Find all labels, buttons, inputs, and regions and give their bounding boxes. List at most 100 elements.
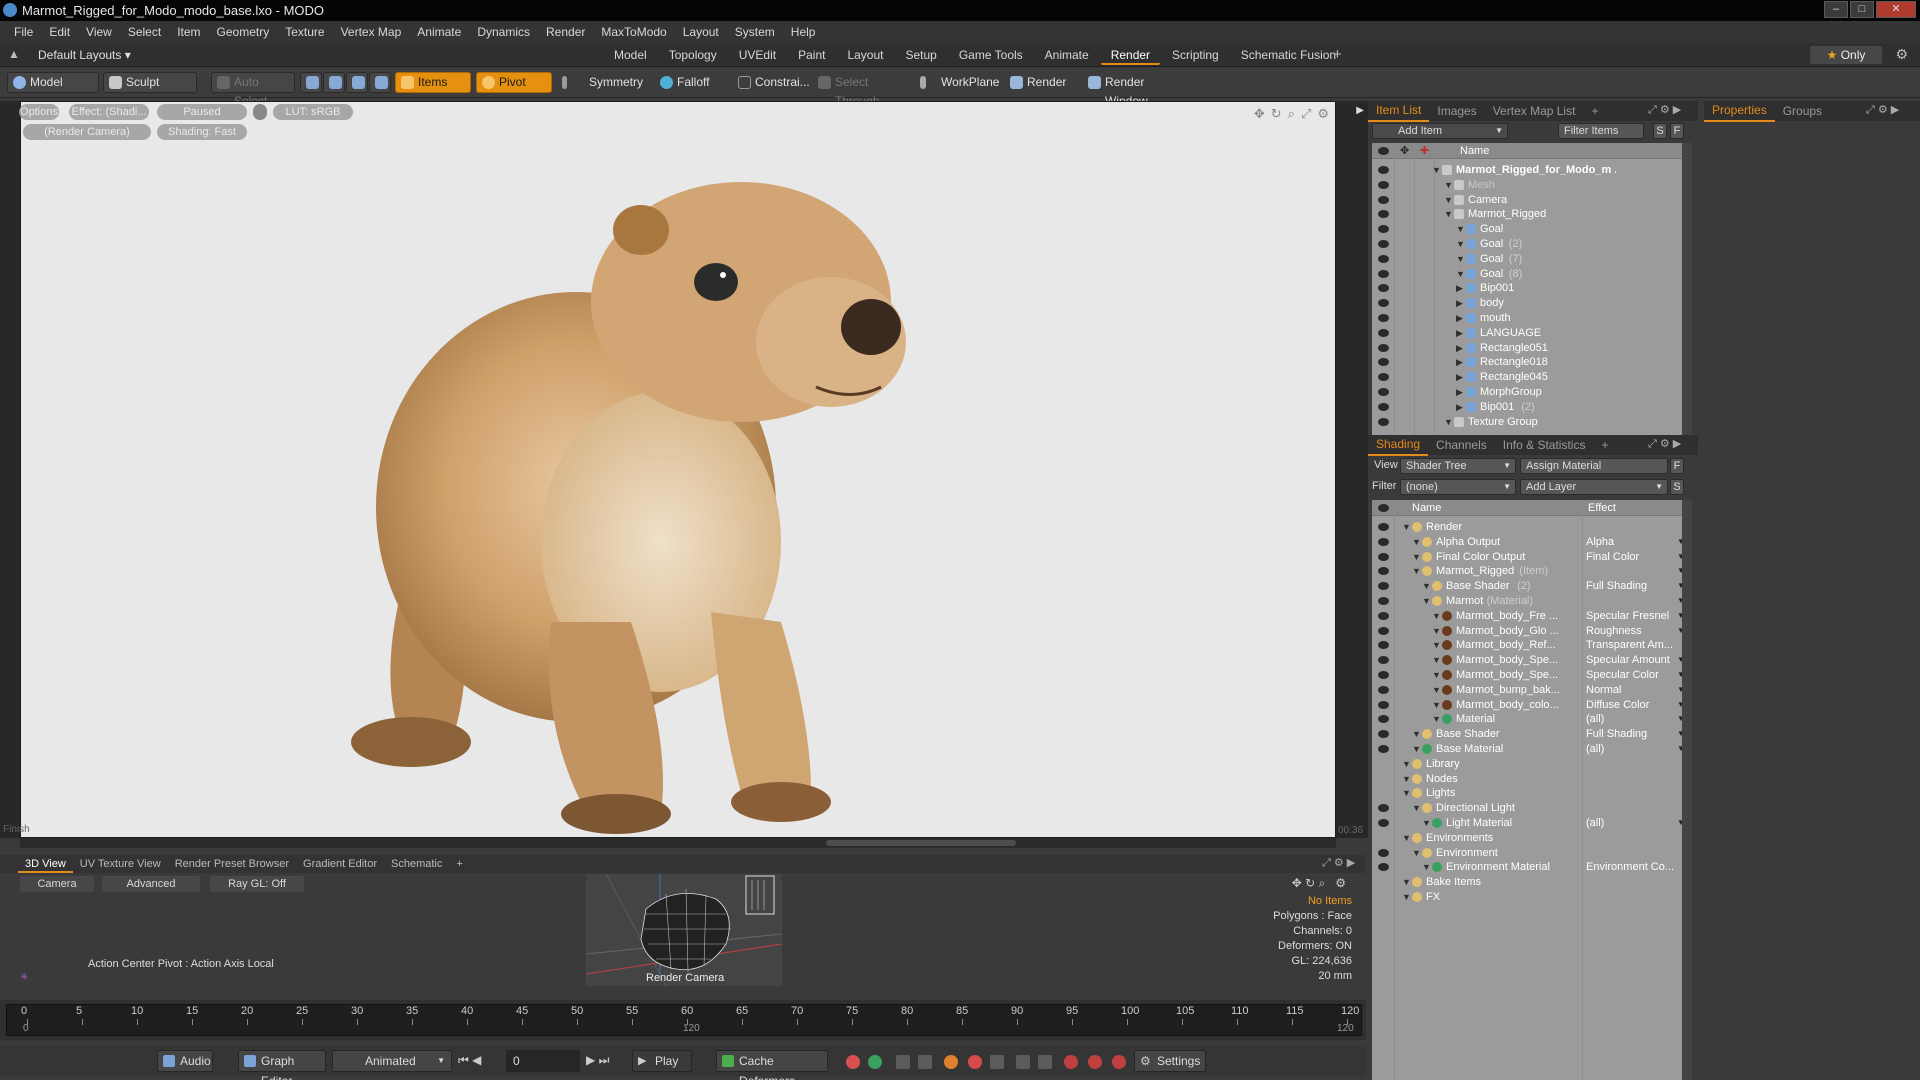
vertex-mode-button[interactable]: [300, 72, 322, 93]
tab-shading[interactable]: Shading: [1368, 434, 1429, 456]
auto-key-icon[interactable]: [868, 1055, 882, 1069]
menu-select[interactable]: Select: [120, 21, 169, 43]
render-window-button[interactable]: Render Window: [1082, 72, 1188, 108]
cache-deformers-button[interactable]: Cache Deformers: [716, 1050, 828, 1080]
options-pill[interactable]: Options: [19, 104, 59, 120]
add-view-tab-icon[interactable]: +: [449, 855, 469, 873]
ray-gl-button[interactable]: Ray GL: Off: [210, 876, 304, 892]
item-list-row[interactable]: ▼ Texture Group: [1372, 413, 1682, 431]
menu-animate[interactable]: Animate: [409, 21, 469, 43]
visibility-eye-icon[interactable]: [1378, 240, 1389, 248]
auto-select-button[interactable]: Auto Select: [211, 72, 295, 108]
visibility-eye-icon[interactable]: [1378, 523, 1389, 531]
menu-item[interactable]: Item: [169, 21, 208, 43]
shader-tree-scrollbar[interactable]: [1682, 500, 1692, 1080]
visibility-eye-icon[interactable]: [1378, 552, 1389, 561]
item-s-button[interactable]: S: [1653, 123, 1667, 139]
loop-icon[interactable]: [990, 1055, 1004, 1069]
close-button[interactable]: ✕: [1876, 1, 1916, 18]
menu-geometry[interactable]: Geometry: [209, 21, 278, 43]
add-tab-icon[interactable]: +: [1593, 435, 1616, 455]
visibility-eye-icon[interactable]: [1378, 537, 1389, 546]
menu-view[interactable]: View: [78, 21, 120, 43]
menu-system[interactable]: System: [727, 21, 783, 43]
graph-editor-button[interactable]: Graph Editor: [238, 1050, 326, 1080]
default-layouts-dropdown[interactable]: Default Layouts ▾: [38, 46, 131, 64]
mini-nav-icons[interactable]: ✥ ↻ ⌕ ⚙: [1292, 876, 1346, 891]
zoom-view-icon[interactable]: ⌕: [1288, 106, 1295, 122]
visibility-eye-icon[interactable]: [1378, 804, 1389, 813]
move-view-icon[interactable]: ✥: [1254, 106, 1265, 122]
select-through-button[interactable]: Select Through: [812, 72, 908, 108]
lock-icon[interactable]: [253, 104, 267, 120]
tab-scripting[interactable]: Scripting: [1162, 45, 1229, 65]
properties-options-icon[interactable]: ⤢ ⚙ ▶: [1866, 103, 1899, 117]
key-icon[interactable]: [846, 1055, 860, 1069]
shader-tree-row[interactable]: ▼ FX: [1372, 888, 1682, 906]
visibility-eye-icon[interactable]: [1378, 700, 1389, 709]
menu-dynamics[interactable]: Dynamics: [469, 21, 538, 43]
add-tab-icon[interactable]: +: [1583, 101, 1606, 121]
pivot-mode-button[interactable]: Pivot: [476, 72, 552, 93]
filter-items-input[interactable]: Filter Items: [1558, 123, 1644, 139]
tab-render-preset-browser[interactable]: Render Preset Browser: [168, 855, 296, 873]
visibility-eye-icon[interactable]: [1378, 597, 1389, 605]
shader-tree-dropdown[interactable]: Shader Tree ▼: [1400, 458, 1516, 474]
tree-expand-icon[interactable]: ▼: [1444, 413, 1453, 431]
workplane-button[interactable]: WorkPlane: [914, 72, 1000, 93]
keyframe-toggle-icon[interactable]: [1112, 1055, 1126, 1069]
viewport-settings-icon[interactable]: ⚙: [1317, 106, 1329, 122]
symmetry-button[interactable]: Symmetry: [556, 72, 650, 93]
settings-gear-icon[interactable]: ⚙: [1895, 46, 1908, 63]
step-back-icon[interactable]: [1016, 1055, 1030, 1069]
animated-dropdown[interactable]: Animated ▼: [332, 1050, 452, 1072]
maximize-button[interactable]: □: [1850, 1, 1874, 18]
menu-render[interactable]: Render: [538, 21, 593, 43]
visibility-eye-icon[interactable]: [1378, 210, 1389, 219]
visibility-eye-icon[interactable]: [1378, 819, 1389, 827]
tab-images[interactable]: Images: [1429, 101, 1484, 121]
camera-pill[interactable]: (Render Camera): [23, 124, 151, 140]
tab-3d-view[interactable]: 3D View: [18, 855, 73, 873]
visibility-eye-icon[interactable]: [1378, 848, 1389, 857]
add-item-dropdown[interactable]: Add Item ▼: [1372, 123, 1508, 139]
menu-texture[interactable]: Texture: [277, 21, 332, 43]
visibility-eye-icon[interactable]: [1378, 195, 1389, 204]
visibility-eye-icon[interactable]: [1378, 402, 1389, 411]
shading-s-button[interactable]: S: [1670, 479, 1684, 495]
sculpt-button[interactable]: Sculpt: [103, 72, 197, 93]
frame-input[interactable]: 0: [506, 1050, 580, 1072]
add-layer-dropdown[interactable]: Add Layer ▼: [1520, 479, 1668, 495]
visibility-eye-icon[interactable]: [1378, 626, 1389, 635]
item-f-button[interactable]: F: [1670, 123, 1684, 139]
fit-view-icon[interactable]: ⤢: [1301, 106, 1311, 122]
lut-pill[interactable]: LUT: sRGB: [273, 104, 353, 120]
assign-material-button[interactable]: Assign Material: [1520, 458, 1668, 474]
tab-render[interactable]: Render: [1100, 45, 1161, 65]
tab-gradient-editor[interactable]: Gradient Editor: [296, 855, 384, 873]
record-icon[interactable]: [944, 1055, 958, 1069]
polygon-mode-button[interactable]: [346, 72, 368, 93]
effect-pill[interactable]: Effect: (Shadi...: [69, 104, 149, 120]
render-viewport[interactable]: Options Effect: (Shadi... Paused LUT: sR…: [3, 101, 1336, 838]
visibility-eye-icon[interactable]: [1378, 269, 1389, 278]
visibility-eye-icon[interactable]: [1378, 671, 1389, 679]
viewport-scrollbar[interactable]: [20, 838, 1336, 848]
menu-file[interactable]: File: [6, 21, 41, 43]
visibility-eye-icon[interactable]: [1378, 166, 1389, 174]
visibility-eye-icon[interactable]: [1378, 567, 1389, 576]
tab-uv-texture-view[interactable]: UV Texture View: [73, 855, 168, 873]
advanced-button[interactable]: Advanced: [102, 876, 200, 892]
material-mode-button[interactable]: [369, 72, 391, 93]
visibility-eye-icon[interactable]: [1378, 328, 1389, 337]
tab-item-list[interactable]: Item List: [1368, 100, 1430, 122]
add-tab-icon[interactable]: +: [1333, 46, 1342, 63]
tab-schematic-fusion[interactable]: Schematic Fusion: [1231, 45, 1346, 65]
shader-tree-list[interactable]: Name Effect ▼ Render ▼ Alpha Output Alpha ▼ ▼ F…: [1372, 500, 1682, 1080]
paused-pill[interactable]: Paused: [157, 104, 247, 120]
visibility-eye-icon[interactable]: [1378, 730, 1389, 739]
tab-properties[interactable]: Properties: [1704, 100, 1775, 122]
visibility-eye-icon[interactable]: [1378, 388, 1389, 396]
tab-vertex-map-list[interactable]: Vertex Map List: [1485, 101, 1584, 121]
tab-model[interactable]: Model: [604, 45, 657, 65]
